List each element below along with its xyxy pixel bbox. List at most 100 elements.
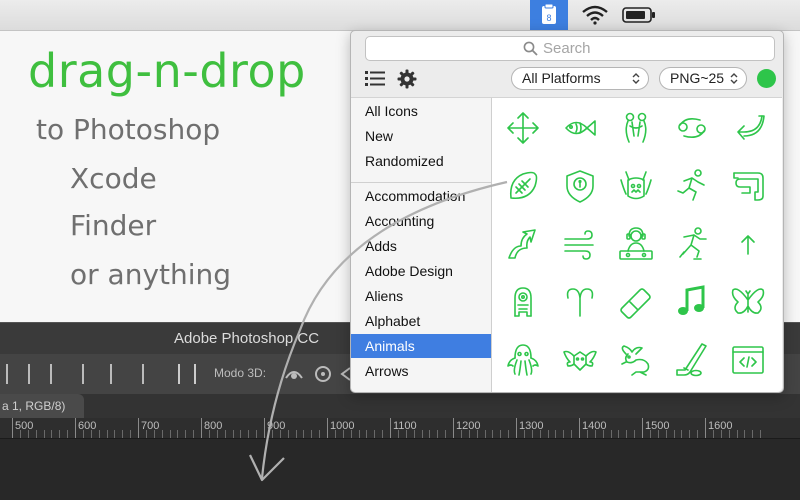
sidebar-item-new[interactable]: New xyxy=(351,124,491,148)
alien-icon[interactable] xyxy=(503,282,543,322)
ruler-minor-tick xyxy=(224,430,226,438)
dj-icon[interactable] xyxy=(616,224,656,264)
octopus-icon[interactable] xyxy=(503,340,543,380)
auto-align-icon[interactable] xyxy=(178,364,196,384)
menu-bar: 8 xyxy=(0,0,800,31)
list-icon[interactable] xyxy=(365,70,385,87)
ruler-major-tick xyxy=(453,418,454,438)
ruler-minor-tick xyxy=(405,430,407,438)
return-arrow-icon[interactable] xyxy=(728,108,768,148)
ruler-minor-tick xyxy=(256,430,258,438)
sidebar-item-adds[interactable]: Adds xyxy=(351,234,491,258)
ruler-minor-tick xyxy=(374,430,376,438)
butterfly-icon[interactable] xyxy=(728,282,768,322)
photoshop-canvas[interactable] xyxy=(0,439,800,500)
ruler-major-tick xyxy=(264,418,265,438)
3d-roll-icon[interactable] xyxy=(313,364,333,384)
ruler-minor-tick xyxy=(555,430,557,438)
ruler-minor-tick xyxy=(279,430,281,438)
ruler-label: 700 xyxy=(141,420,160,432)
ruler-major-tick xyxy=(705,418,706,438)
sidebar-item-aliens[interactable]: Aliens xyxy=(351,284,491,308)
battery-icon[interactable] xyxy=(622,6,656,24)
sidebar-item-accounting[interactable]: Accounting xyxy=(351,209,491,233)
sidebar-item-accommodation[interactable]: Accommodation xyxy=(351,184,491,208)
aries-icon[interactable] xyxy=(560,282,600,322)
sidebar-item-all-icons[interactable]: All Icons xyxy=(351,99,491,123)
sidebar-item-randomized[interactable]: Randomized xyxy=(351,149,491,173)
fish-icon[interactable] xyxy=(560,108,600,148)
3d-orbit-icon[interactable] xyxy=(282,364,306,384)
ice-skating-icon[interactable] xyxy=(672,224,712,264)
winged-emblem-icon[interactable] xyxy=(560,340,600,380)
ruler-minor-tick xyxy=(728,430,730,438)
hockey-icon[interactable] xyxy=(672,340,712,380)
american-football-icon[interactable] xyxy=(503,166,543,206)
ruler-minor-tick xyxy=(697,430,699,438)
ruler-minor-tick xyxy=(586,430,588,438)
wind-icon[interactable] xyxy=(560,224,600,264)
sidebar-divider xyxy=(351,182,491,183)
ruler-minor-tick xyxy=(161,430,163,438)
cancer-zodiac-icon[interactable] xyxy=(672,108,712,148)
ruler-minor-tick xyxy=(476,430,478,438)
promo-line-finder: Finder xyxy=(70,209,157,242)
ruler-minor-tick xyxy=(665,430,667,438)
ruler-minor-tick xyxy=(350,430,352,438)
wifi-icon[interactable] xyxy=(580,4,610,26)
ruler-minor-tick xyxy=(153,430,155,438)
document-tab-bar: a 1, RGB/8) xyxy=(0,394,800,418)
up-arrow-icon[interactable] xyxy=(728,224,768,264)
ruler-minor-tick xyxy=(437,430,439,438)
rabbit-icon[interactable] xyxy=(616,340,656,380)
align-left-icon[interactable] xyxy=(6,364,22,384)
ruler-minor-tick xyxy=(649,430,651,438)
ruler-label: 800 xyxy=(204,420,223,432)
keyhole-shield-icon[interactable] xyxy=(560,166,600,206)
trending-up-arrow-icon[interactable] xyxy=(503,224,543,264)
ruler-minor-tick xyxy=(634,430,636,438)
ruler-major-tick xyxy=(579,418,580,438)
distribute-right-icon[interactable] xyxy=(142,364,158,384)
sidebar-item-adobe-design[interactable]: Adobe Design xyxy=(351,259,491,283)
format-select[interactable]: PNG~25 xyxy=(659,67,747,90)
distribute-center-icon[interactable] xyxy=(110,364,126,384)
ruler-minor-tick xyxy=(232,430,234,438)
ruler-minor-tick xyxy=(382,430,384,438)
ruler-minor-tick xyxy=(177,430,179,438)
monster-icon[interactable] xyxy=(616,166,656,206)
document-tab[interactable]: a 1, RGB/8) xyxy=(0,394,84,418)
platform-select[interactable]: All Platforms xyxy=(511,67,649,90)
align-right-icon[interactable] xyxy=(50,364,66,384)
ruler-minor-tick xyxy=(334,430,336,438)
move-arrows-icon[interactable] xyxy=(503,108,543,148)
gemini-icon[interactable] xyxy=(616,108,656,148)
eraser-icon[interactable] xyxy=(616,282,656,322)
ruler-minor-tick xyxy=(760,430,762,438)
search-input[interactable]: Search xyxy=(365,36,775,61)
promo-line-photoshop: to Photoshop xyxy=(36,113,221,146)
app-menubar-icon[interactable]: 8 xyxy=(530,0,568,30)
ruler-minor-tick xyxy=(98,430,100,438)
ruler-minor-tick xyxy=(295,430,297,438)
sidebar-item-alphabet[interactable]: Alphabet xyxy=(351,309,491,333)
ruler-minor-tick xyxy=(531,430,533,438)
status-indicator[interactable] xyxy=(757,69,776,88)
distribute-left-icon[interactable] xyxy=(82,364,98,384)
sidebar-item-arrows[interactable]: Arrows xyxy=(351,359,491,383)
music-note-icon[interactable] xyxy=(672,282,712,322)
sidebar-item-animals[interactable]: Animals xyxy=(351,334,491,358)
ruler-minor-tick xyxy=(311,430,313,438)
search-icon xyxy=(523,41,538,56)
ruler-minor-tick xyxy=(484,430,486,438)
intestine-icon[interactable] xyxy=(728,166,768,206)
ruler-minor-tick xyxy=(744,430,746,438)
updown-chevron-icon xyxy=(730,73,738,84)
source-code-icon[interactable] xyxy=(728,340,768,380)
ruler-minor-tick xyxy=(342,430,344,438)
align-center-icon[interactable] xyxy=(28,364,44,384)
ruler-minor-tick xyxy=(216,430,218,438)
gear-icon[interactable] xyxy=(397,69,417,89)
running-man-icon[interactable] xyxy=(672,166,712,206)
icon-grid xyxy=(492,97,782,392)
